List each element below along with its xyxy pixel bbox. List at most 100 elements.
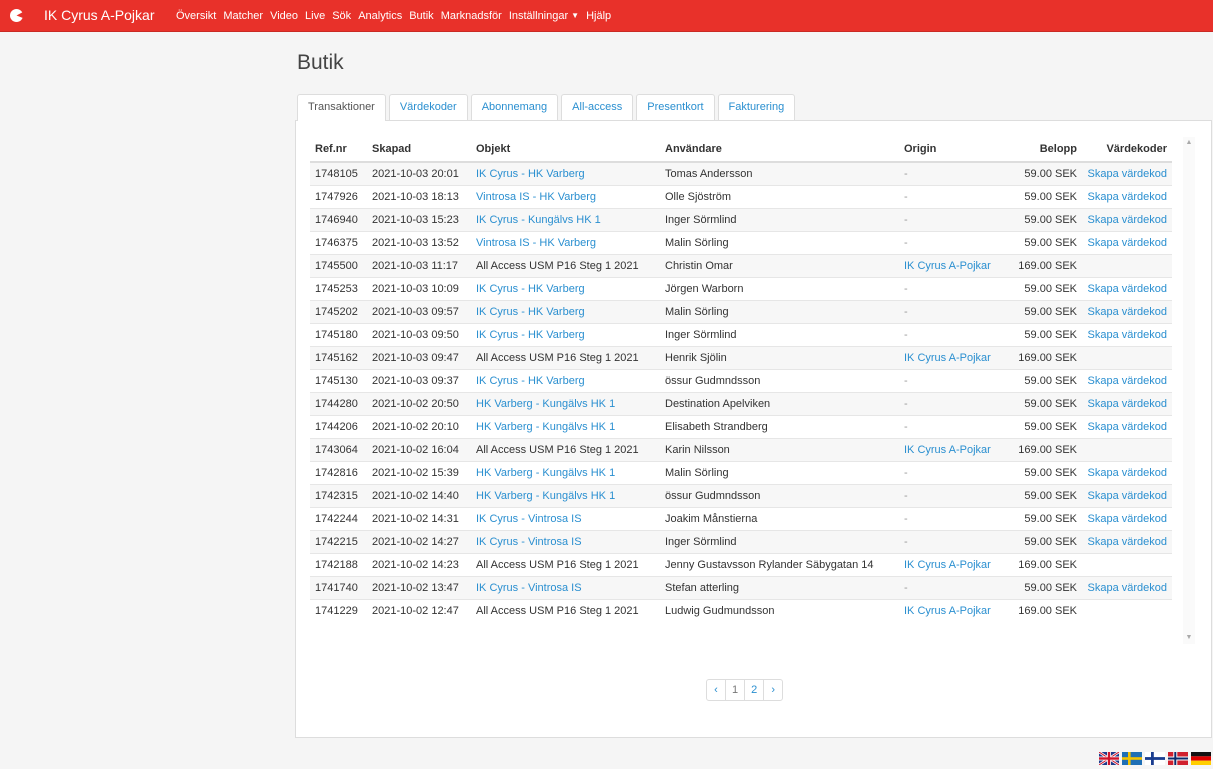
- cell-refnr: 1745180: [310, 323, 367, 347]
- cell-objekt[interactable]: IK Cyrus - HK Varberg: [471, 161, 660, 186]
- pagination-prev-button[interactable]: ‹: [706, 679, 726, 701]
- cell-objekt: All Access USM P16 Steg 1 2021: [471, 254, 660, 278]
- table-row: 1742315 2021-10-02 14:40 HK Varberg - Kung…: [310, 484, 1172, 508]
- cell-objekt[interactable]: Vintrosa IS - HK Varberg: [471, 231, 660, 255]
- nav-item-video[interactable]: Video: [270, 10, 298, 22]
- cell-origin: -: [899, 300, 1012, 324]
- norway-flag-icon[interactable]: [1168, 752, 1188, 765]
- nav-item-analytics[interactable]: Analytics: [358, 10, 402, 22]
- cell-skapad: 2021-10-03 11:17: [367, 254, 471, 278]
- cell-skapad: 2021-10-02 14:31: [367, 507, 471, 531]
- nav-item-marknadsfor[interactable]: Marknadsför: [441, 10, 502, 22]
- cell-objekt[interactable]: IK Cyrus - HK Varberg: [471, 369, 660, 393]
- cell-objekt[interactable]: HK Varberg - Kungälvs HK 1: [471, 461, 660, 485]
- table-row: 1746375 2021-10-03 13:52 Vintrosa IS - HK …: [310, 231, 1172, 255]
- vertical-scrollbar[interactable]: ▲ ▼: [1183, 137, 1195, 644]
- cell-vardekod: [1082, 599, 1172, 622]
- scroll-up-icon[interactable]: ▲: [1183, 137, 1195, 149]
- cell-anvandare: Jenny Gustavsson Rylander Säbygatan 14: [660, 553, 899, 577]
- cell-vardekod[interactable]: Skapa värdekod: [1082, 185, 1172, 209]
- cell-objekt[interactable]: IK Cyrus - Kungälvs HK 1: [471, 208, 660, 232]
- cell-objekt[interactable]: IK Cyrus - HK Varberg: [471, 323, 660, 347]
- nav-item-sok[interactable]: Sök: [332, 10, 351, 22]
- table-row: 1745253 2021-10-03 10:09 IK Cyrus - HK Var…: [310, 277, 1172, 301]
- germany-flag-icon[interactable]: [1191, 752, 1211, 765]
- tab-fakturering[interactable]: Fakturering: [717, 94, 796, 120]
- cell-vardekod[interactable]: Skapa värdekod: [1082, 576, 1172, 600]
- cell-vardekod[interactable]: Skapa värdekod: [1082, 323, 1172, 347]
- col-header-vardekoder: Värdekoder: [1082, 137, 1172, 163]
- tab-vardekoder[interactable]: Värdekoder: [388, 94, 468, 120]
- cell-vardekod: [1082, 346, 1172, 370]
- tab-transaktioner[interactable]: Transaktioner: [297, 94, 386, 121]
- tab-abonnemang[interactable]: Abonnemang: [470, 94, 559, 120]
- cell-objekt[interactable]: HK Varberg - Kungälvs HK 1: [471, 415, 660, 439]
- cell-vardekod[interactable]: Skapa värdekod: [1082, 369, 1172, 393]
- transactions-scroll-area[interactable]: Ref.nr Skapad Objekt Användare Origin Be…: [310, 137, 1196, 637]
- table-row: 1742215 2021-10-02 14:27 IK Cyrus - Vintro…: [310, 530, 1172, 554]
- nav-item-installningar[interactable]: Inställningar ▼: [509, 10, 579, 22]
- cell-objekt[interactable]: IK Cyrus - Vintrosa IS: [471, 576, 660, 600]
- cell-vardekod[interactable]: Skapa värdekod: [1082, 461, 1172, 485]
- pagination-page-1[interactable]: 1: [725, 679, 746, 701]
- cell-origin[interactable]: IK Cyrus A-Pojkar: [899, 553, 1012, 577]
- cell-objekt[interactable]: IK Cyrus - Vintrosa IS: [471, 530, 660, 554]
- cell-vardekod[interactable]: Skapa värdekod: [1082, 208, 1172, 232]
- cell-vardekod[interactable]: Skapa värdekod: [1082, 484, 1172, 508]
- cell-refnr: 1745162: [310, 346, 367, 370]
- cell-objekt[interactable]: HK Varberg - Kungälvs HK 1: [471, 392, 660, 416]
- cell-vardekod[interactable]: Skapa värdekod: [1082, 530, 1172, 554]
- transactions-table: Ref.nr Skapad Objekt Användare Origin Be…: [310, 137, 1172, 622]
- pagination-next-button[interactable]: ›: [763, 679, 784, 701]
- col-header-refnr: Ref.nr: [310, 137, 367, 163]
- cell-anvandare: Olle Sjöström: [660, 185, 899, 209]
- cell-objekt[interactable]: IK Cyrus - Vintrosa IS: [471, 507, 660, 531]
- cell-vardekod[interactable]: Skapa värdekod: [1082, 415, 1172, 439]
- tab-all-access[interactable]: All-access: [561, 94, 634, 120]
- cell-origin: -: [899, 392, 1012, 416]
- nav-item-oversikt[interactable]: Översikt: [176, 10, 216, 22]
- pagination-page-2[interactable]: 2: [744, 679, 765, 701]
- cell-origin: -: [899, 277, 1012, 301]
- nav-item-matcher[interactable]: Matcher: [223, 10, 263, 22]
- cell-belopp: 59.00 SEK: [1012, 461, 1082, 485]
- cell-origin[interactable]: IK Cyrus A-Pojkar: [899, 346, 1012, 370]
- cell-belopp: 169.00 SEK: [1012, 346, 1082, 370]
- table-row: 1741229 2021-10-02 12:47 All Access USM P1…: [310, 599, 1172, 622]
- nav-item-butik[interactable]: Butik: [409, 10, 433, 22]
- cell-origin: -: [899, 507, 1012, 531]
- logo-icon[interactable]: [10, 9, 23, 22]
- table-row: 1744280 2021-10-02 20:50 HK Varberg - Kung…: [310, 392, 1172, 416]
- scroll-down-icon[interactable]: ▼: [1183, 632, 1195, 644]
- cell-objekt[interactable]: IK Cyrus - HK Varberg: [471, 300, 660, 324]
- finland-flag-icon[interactable]: [1145, 752, 1165, 765]
- nav-item-live[interactable]: Live: [305, 10, 325, 22]
- nav-item-hjalp[interactable]: Hjälp: [586, 10, 611, 22]
- cell-vardekod[interactable]: Skapa värdekod: [1082, 161, 1172, 186]
- cell-refnr: 1744280: [310, 392, 367, 416]
- cell-skapad: 2021-10-02 14:27: [367, 530, 471, 554]
- brand-name[interactable]: IK Cyrus A-Pojkar: [44, 7, 154, 23]
- cell-refnr: 1746375: [310, 231, 367, 255]
- tab-presentkort[interactable]: Presentkort: [636, 94, 715, 120]
- cell-vardekod[interactable]: Skapa värdekod: [1082, 300, 1172, 324]
- cell-belopp: 59.00 SEK: [1012, 185, 1082, 209]
- cell-vardekod[interactable]: Skapa värdekod: [1082, 277, 1172, 301]
- cell-origin: -: [899, 530, 1012, 554]
- cell-skapad: 2021-10-03 09:47: [367, 346, 471, 370]
- cell-vardekod[interactable]: Skapa värdekod: [1082, 392, 1172, 416]
- cell-origin[interactable]: IK Cyrus A-Pojkar: [899, 438, 1012, 462]
- cell-objekt[interactable]: HK Varberg - Kungälvs HK 1: [471, 484, 660, 508]
- cell-belopp: 59.00 SEK: [1012, 369, 1082, 393]
- table-row: 1745180 2021-10-03 09:50 IK Cyrus - HK Var…: [310, 323, 1172, 347]
- sweden-flag-icon[interactable]: [1122, 752, 1142, 765]
- cell-origin[interactable]: IK Cyrus A-Pojkar: [899, 599, 1012, 622]
- cell-refnr: 1743064: [310, 438, 367, 462]
- cell-origin[interactable]: IK Cyrus A-Pojkar: [899, 254, 1012, 278]
- cell-vardekod[interactable]: Skapa värdekod: [1082, 507, 1172, 531]
- cell-vardekod[interactable]: Skapa värdekod: [1082, 231, 1172, 255]
- cell-objekt[interactable]: IK Cyrus - HK Varberg: [471, 277, 660, 301]
- cell-objekt[interactable]: Vintrosa IS - HK Varberg: [471, 185, 660, 209]
- table-header-row: Ref.nr Skapad Objekt Användare Origin Be…: [310, 137, 1172, 163]
- uk-flag-icon[interactable]: [1099, 752, 1119, 765]
